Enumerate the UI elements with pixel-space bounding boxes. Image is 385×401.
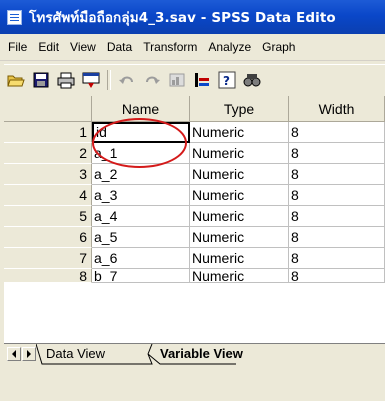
variable-width-cell[interactable]: 8: [289, 227, 385, 248]
column-header-type[interactable]: Type: [190, 96, 289, 122]
menu-bar: File Edit View Data Transform Analyze Gr…: [0, 34, 385, 61]
variables-info-icon[interactable]: ?: [217, 70, 237, 90]
variable-name-cell[interactable]: a_4: [92, 206, 190, 227]
row-number[interactable]: 6: [4, 227, 92, 248]
menu-analyze[interactable]: Analyze: [208, 40, 251, 54]
variable-width-cell[interactable]: 8: [289, 143, 385, 164]
menu-edit[interactable]: Edit: [38, 40, 59, 54]
variable-type-cell[interactable]: Numeric: [190, 185, 289, 206]
column-header-name[interactable]: Name: [92, 96, 190, 122]
row-number[interactable]: 5: [4, 206, 92, 227]
variable-type-cell[interactable]: Numeric: [190, 143, 289, 164]
open-folder-icon[interactable]: [6, 70, 26, 90]
tab-variable-view[interactable]: Variable View: [160, 345, 243, 363]
variable-type-cell[interactable]: Numeric: [190, 269, 289, 283]
redo-icon[interactable]: [142, 70, 162, 90]
title-bar[interactable]: โทรศัพท์มือถือกลุ่ม4_3.sav - SPSS Data E…: [0, 0, 385, 34]
variable-width-cell[interactable]: 8: [289, 164, 385, 185]
variable-name-cell[interactable]: a_5: [92, 227, 190, 248]
variable-name-cell[interactable]: a_6: [92, 248, 190, 269]
svg-text:?: ?: [223, 74, 230, 88]
grid-corner: [4, 96, 92, 122]
window-title: โทรศัพท์มือถือกลุ่ม4_3.sav - SPSS Data E…: [29, 10, 336, 26]
row-number[interactable]: 2: [4, 143, 92, 164]
spss-app-icon: [7, 9, 22, 25]
row-number[interactable]: 3: [4, 164, 92, 185]
variable-width-cell[interactable]: 8: [289, 185, 385, 206]
variable-width-cell[interactable]: 8: [289, 248, 385, 269]
variable-name-cell[interactable]: a_2: [92, 164, 190, 185]
variable-name-cell[interactable]: a_3: [92, 185, 190, 206]
print-icon[interactable]: [56, 70, 76, 90]
variable-width-cell[interactable]: 8: [289, 122, 385, 143]
row-number[interactable]: 8: [4, 269, 92, 283]
save-icon[interactable]: [31, 70, 51, 90]
find-icon[interactable]: [242, 70, 262, 90]
variable-name-cell[interactable]: a_1: [92, 143, 190, 164]
menu-view[interactable]: View: [70, 40, 96, 54]
goto-case-icon[interactable]: [192, 70, 212, 90]
row-number[interactable]: 4: [4, 185, 92, 206]
variable-grid: Name Type Width 1 id Numeric 8 2 a_1 Num…: [4, 96, 385, 343]
spss-data-editor-window: โทรศัพท์มือถือกลุ่ม4_3.sav - SPSS Data E…: [0, 0, 385, 401]
variable-type-cell[interactable]: Numeric: [190, 248, 289, 269]
variable-name-cell[interactable]: id: [92, 122, 190, 143]
variable-width-cell[interactable]: 8: [289, 206, 385, 227]
status-bar: [0, 366, 385, 401]
variable-type-cell[interactable]: Numeric: [190, 164, 289, 185]
menu-graphs[interactable]: Graph: [262, 40, 295, 54]
menu-data[interactable]: Data: [107, 40, 132, 54]
variable-width-cell[interactable]: 8: [289, 269, 385, 283]
tab-data-view[interactable]: Data View: [46, 345, 105, 363]
menu-transform[interactable]: Transform: [143, 40, 197, 54]
toolbar: ?: [4, 64, 385, 95]
goto-chart-icon[interactable]: [167, 70, 187, 90]
dialog-recall-icon[interactable]: [81, 70, 101, 90]
sheet-tab-bar: Data View Variable View: [4, 343, 385, 366]
row-number[interactable]: 1: [4, 122, 92, 143]
variable-type-cell[interactable]: Numeric: [190, 122, 289, 143]
menu-file[interactable]: File: [8, 40, 27, 54]
undo-icon[interactable]: [117, 70, 137, 90]
toolbar-separator: [107, 70, 111, 90]
variable-type-cell[interactable]: Numeric: [190, 227, 289, 248]
row-number[interactable]: 7: [4, 248, 92, 269]
tab-scroll-left-button[interactable]: [7, 347, 21, 361]
variable-name-cell[interactable]: b_7: [92, 269, 190, 283]
tab-scroll-right-button[interactable]: [22, 347, 36, 361]
column-header-width[interactable]: Width: [289, 96, 385, 122]
variable-type-cell[interactable]: Numeric: [190, 206, 289, 227]
